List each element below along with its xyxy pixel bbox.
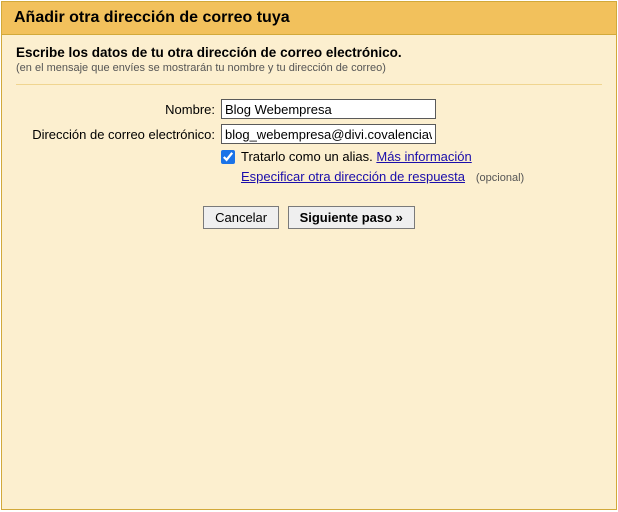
name-row: Nombre: [16, 99, 602, 119]
cancel-button[interactable]: Cancelar [203, 206, 279, 229]
intro-subtext: (en el mensaje que envíes se mostrarán t… [16, 62, 602, 74]
email-label: Dirección de correo electrónico: [16, 127, 221, 142]
dialog-content: Escribe los datos de tu otra dirección d… [2, 35, 616, 239]
alias-row: Tratarlo como un alias. Más información [221, 149, 602, 164]
email-row: Dirección de correo electrónico: [16, 124, 602, 144]
button-row: Cancelar Siguiente paso » [16, 206, 602, 229]
alias-text: Tratarlo como un alias. [241, 149, 373, 164]
dialog-window: Añadir otra dirección de correo tuya Esc… [1, 1, 617, 510]
divider [16, 84, 602, 85]
alias-checkbox[interactable] [221, 150, 235, 164]
reply-row: Especificar otra dirección de respuesta … [241, 169, 602, 184]
reply-address-link[interactable]: Especificar otra dirección de respuesta [241, 169, 465, 184]
alias-more-info-link[interactable]: Más información [376, 149, 471, 164]
next-step-button[interactable]: Siguiente paso » [288, 206, 415, 229]
reply-optional-text: (opcional) [476, 172, 524, 184]
name-label: Nombre: [16, 102, 221, 117]
dialog-title: Añadir otra dirección de correo tuya [2, 2, 616, 35]
email-input[interactable] [221, 124, 436, 144]
name-input[interactable] [221, 99, 436, 119]
intro-text: Escribe los datos de tu otra dirección d… [16, 45, 602, 60]
